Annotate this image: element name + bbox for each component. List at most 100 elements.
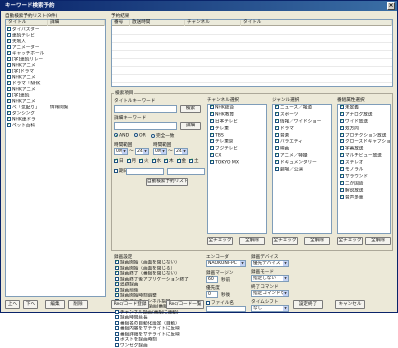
title-keyword-input[interactable] [114, 105, 177, 113]
attr-checkbox[interactable] [340, 174, 344, 178]
attr-checkbox[interactable] [340, 119, 344, 123]
dur-from-select[interactable]: 0時 [153, 148, 167, 155]
genre-item[interactable]: バラエティ [273, 139, 331, 146]
record-option-checkbox[interactable] [115, 321, 119, 325]
attr-item[interactable]: マルチビュー放送 [338, 153, 390, 160]
genre-checkbox[interactable] [275, 126, 279, 130]
genre-checkbox[interactable] [275, 146, 279, 150]
genre-item[interactable]: 音楽 [273, 133, 331, 140]
channel-item[interactable]: CX [208, 153, 266, 160]
attr-checkbox[interactable] [340, 139, 344, 143]
attr-checkbox[interactable] [340, 160, 344, 164]
genre-checkbox[interactable] [275, 139, 279, 143]
record-option-checkbox[interactable] [115, 260, 119, 264]
list-item-checkbox[interactable] [7, 51, 11, 55]
channel-item[interactable]: テレ東 [208, 126, 266, 133]
close-icon[interactable]: × [387, 2, 395, 10]
record-option-checkbox[interactable] [115, 337, 119, 341]
col-channel[interactable]: チャンネル [185, 20, 241, 26]
day-box[interactable] [164, 159, 168, 163]
col-detail[interactable]: 詳細 [48, 20, 105, 26]
end-select[interactable]: 指定コマンドなし [251, 290, 289, 297]
channel-checkbox[interactable] [210, 119, 214, 123]
day-box[interactable] [127, 159, 131, 163]
list-item-checkbox[interactable] [7, 45, 11, 49]
attr-checkbox[interactable] [340, 181, 344, 185]
list-item-checkbox[interactable] [7, 27, 11, 31]
file-input[interactable] [206, 306, 246, 312]
channel-checkbox[interactable] [210, 133, 214, 137]
logic-or[interactable]: OR [134, 133, 146, 139]
attr-item[interactable]: 音声多重 [338, 195, 390, 202]
attr-item[interactable]: プロテクション放送 [338, 133, 390, 140]
genre-checkbox[interactable] [275, 112, 279, 116]
record-option-checkbox[interactable] [115, 266, 119, 270]
attr-checkbox[interactable] [340, 105, 344, 109]
channel-item[interactable]: NHK総合 [208, 105, 266, 112]
attr-clear-button[interactable]: 全解除 [365, 237, 391, 245]
cancel-button[interactable]: キャンセル [335, 300, 365, 309]
genre-check-all-button[interactable]: 全チェック [272, 237, 298, 245]
date-checkbox[interactable] [114, 169, 118, 173]
day-box[interactable] [114, 159, 118, 163]
genre-item[interactable]: スポーツ [273, 112, 331, 119]
channel-item[interactable]: フジテレビ [208, 146, 266, 153]
channel-checkbox[interactable] [210, 139, 214, 143]
logic-and[interactable]: AND [114, 133, 129, 139]
list-item-checkbox[interactable] [7, 99, 11, 103]
attr-checkbox[interactable] [340, 188, 344, 192]
record-option-checkbox[interactable] [115, 277, 119, 281]
channel-checkbox[interactable] [210, 160, 214, 164]
priority-input[interactable]: 0 [206, 291, 218, 298]
margin-input[interactable]: 60 [206, 276, 218, 283]
record-option-checkbox[interactable] [115, 288, 119, 292]
channel-checkbox[interactable] [210, 126, 214, 130]
genre-checkbox[interactable] [275, 105, 279, 109]
date-to-input[interactable] [167, 168, 205, 175]
genre-item[interactable]: 映画 [273, 146, 331, 153]
edit-button[interactable]: 編集 [45, 300, 65, 309]
genre-checkbox[interactable] [275, 167, 279, 171]
day-checkbox[interactable]: 金 [177, 158, 190, 164]
detail-keyword-input[interactable] [114, 122, 177, 130]
attr-item[interactable]: 二か国語 [338, 181, 390, 188]
genre-clear-button[interactable]: 全解除 [304, 237, 330, 245]
record-option-checkbox[interactable] [115, 271, 119, 275]
genre-item[interactable]: ドキュメンタリー [273, 160, 331, 167]
encoder-select[interactable]: NAOKUNI-PC [206, 260, 246, 267]
attr-item[interactable]: 字幕放送 [338, 146, 390, 153]
day-checkbox[interactable]: 日 [114, 158, 127, 164]
record-option-checkbox[interactable] [115, 343, 119, 347]
attr-item[interactable]: サラウンド [338, 174, 390, 181]
attr-checkbox[interactable] [340, 146, 344, 150]
channel-checkbox[interactable] [210, 153, 214, 157]
genre-item[interactable]: 劇場／公演 [273, 167, 331, 174]
list-item-checkbox[interactable] [7, 111, 11, 115]
record-option-checkbox[interactable] [115, 326, 119, 330]
genre-item[interactable]: 情報／ワイドショー [273, 119, 331, 126]
day-checkbox[interactable]: 土 [189, 158, 202, 164]
delete-button[interactable]: 削除 [68, 300, 88, 309]
list-item-checkbox[interactable] [7, 81, 11, 85]
genre-checkbox[interactable] [275, 119, 279, 123]
time-to-select[interactable]: 24時 [135, 148, 149, 155]
list-item-checkbox[interactable] [7, 39, 11, 43]
attr-item[interactable]: アナログ放送 [338, 112, 390, 119]
day-checkbox[interactable]: 月 [127, 158, 140, 164]
day-box[interactable] [189, 159, 193, 163]
record-option-checkbox[interactable] [115, 293, 119, 297]
genre-checkbox[interactable] [275, 133, 279, 137]
channel-item[interactable]: 日本テレビ [208, 119, 266, 126]
col-number[interactable]: 番号 [112, 20, 130, 26]
down-button[interactable]: 下へ [23, 300, 38, 309]
list-item-checkbox[interactable] [7, 69, 11, 73]
auto-add-button[interactable]: 自動検索予約リスト追加 [146, 178, 188, 186]
ok-button[interactable]: 設定終了 [293, 300, 323, 309]
device-select[interactable]: 優先デバイス [251, 260, 289, 267]
list-item-checkbox[interactable] [7, 75, 11, 79]
attr-checkbox[interactable] [340, 112, 344, 116]
list-item-checkbox[interactable] [7, 117, 11, 121]
logic-exact[interactable]: 完全一致 [151, 133, 174, 139]
list-item-checkbox[interactable] [7, 33, 11, 37]
list-item-checkbox[interactable] [7, 57, 11, 61]
